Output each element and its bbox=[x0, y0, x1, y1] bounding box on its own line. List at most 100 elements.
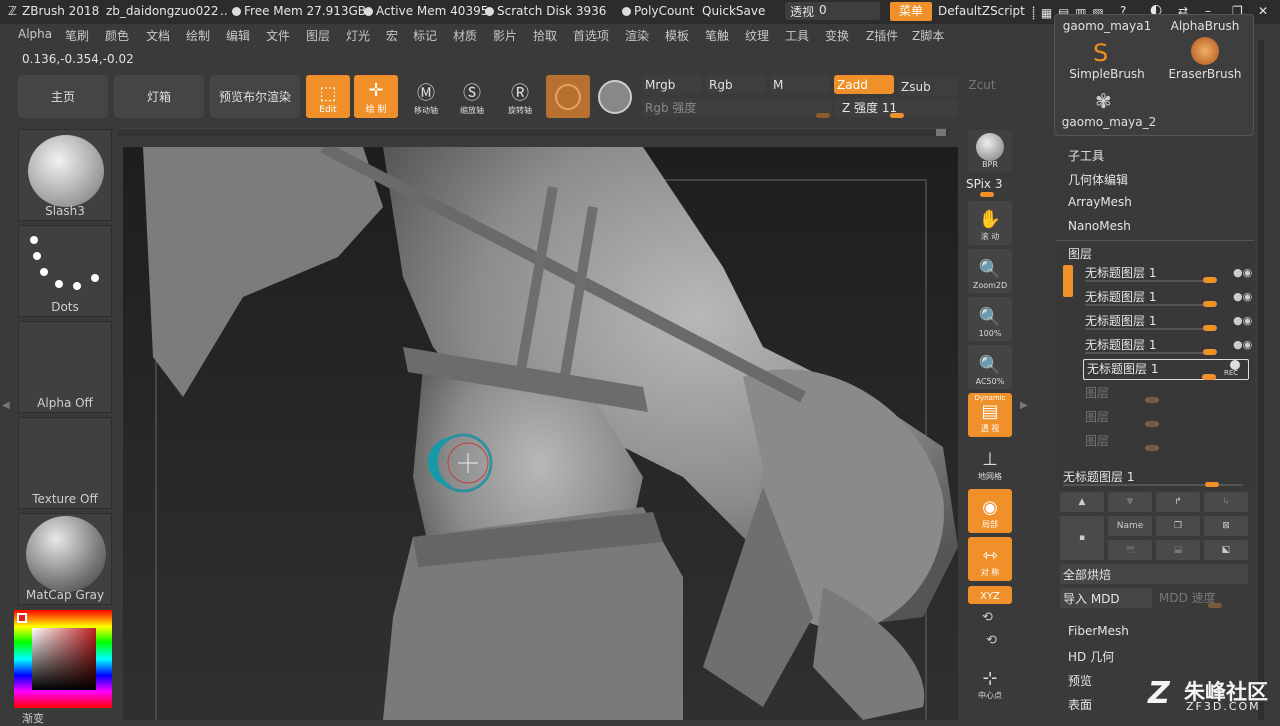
menu-item[interactable]: 材质 bbox=[453, 27, 477, 44]
menu-item[interactable]: 颜色 bbox=[105, 27, 129, 44]
move-layer-down-button[interactable]: ▼ bbox=[1108, 492, 1152, 512]
quicksave-button[interactable]: QuickSave bbox=[702, 4, 765, 18]
right-tray-arrow-icon[interactable]: ▶ bbox=[1020, 400, 1028, 411]
delete-layer-button[interactable]: ⊠ bbox=[1204, 516, 1248, 536]
z-intensity-slider[interactable]: Z 强度 11 bbox=[834, 98, 958, 118]
layer-strength-knob[interactable] bbox=[1203, 301, 1217, 307]
scale-button[interactable]: Ⓢ 缩放轴 bbox=[450, 75, 494, 119]
eye-icon[interactable]: ●◉ bbox=[1233, 290, 1252, 303]
perspective-button[interactable]: Dynamic ▤ 透 视 bbox=[968, 393, 1012, 437]
layer-row-active[interactable]: 无标题图层 1 REC bbox=[1083, 359, 1249, 380]
menu-item[interactable]: 工具 bbox=[785, 27, 809, 44]
preview-section[interactable]: 预览 bbox=[1068, 672, 1092, 689]
rotate-z-icon[interactable]: ⟲ bbox=[986, 633, 997, 648]
xyz-button[interactable]: XYZ bbox=[968, 586, 1012, 604]
layer-row[interactable]: 无标题图层 1 ●◉ bbox=[1085, 312, 1252, 332]
menu-item[interactable]: 文件 bbox=[266, 27, 290, 44]
symmetry-button[interactable]: ⇿ 对 称 bbox=[968, 537, 1012, 581]
menu-item[interactable]: 首选项 bbox=[573, 27, 609, 44]
brush-alphabrush[interactable]: AlphaBrush bbox=[1159, 19, 1251, 33]
menu-item[interactable]: 变换 bbox=[825, 27, 849, 44]
z-intensity-knob[interactable] bbox=[890, 113, 904, 118]
zadd-button[interactable]: Zadd bbox=[834, 75, 894, 94]
zoom2d-button[interactable]: 🔍 Zoom2D bbox=[968, 249, 1012, 293]
hd-geometry-section[interactable]: HD 几何 bbox=[1068, 648, 1114, 665]
layer-row[interactable]: 无标题图层 1 ●◉ bbox=[1085, 264, 1252, 284]
current-layer-slider[interactable]: 无标题图层 1 bbox=[1063, 468, 1248, 487]
color-square[interactable] bbox=[32, 628, 96, 690]
menu-item[interactable]: 渲染 bbox=[625, 27, 649, 44]
new-layer-button[interactable]: ▪ bbox=[1060, 516, 1104, 560]
empty-layer[interactable]: 图层 bbox=[1085, 384, 1245, 404]
merge-down-button[interactable]: ⬒ bbox=[1108, 540, 1152, 560]
menu-item[interactable]: 笔刷 bbox=[65, 27, 89, 44]
brush-simplebrush[interactable]: SimpleBrush bbox=[1061, 67, 1153, 81]
stroke-slot[interactable]: Dots bbox=[18, 225, 112, 317]
duplicate-layer-button[interactable]: ❐ bbox=[1156, 516, 1200, 536]
zscript-selector[interactable]: DefaultZScript bbox=[938, 4, 1025, 18]
menu-item[interactable]: 拾取 bbox=[533, 27, 557, 44]
move-layer-up-button[interactable]: ▲ bbox=[1060, 492, 1104, 512]
bpr-button[interactable]: BPR bbox=[968, 130, 1012, 172]
split-layer-button[interactable]: ↳ bbox=[1204, 492, 1248, 512]
color-picker[interactable] bbox=[14, 610, 112, 708]
menu-item[interactable]: Alpha bbox=[18, 27, 52, 41]
layer-strength-knob[interactable] bbox=[1203, 277, 1217, 283]
edit-button[interactable]: ⬚ Edit bbox=[306, 75, 350, 118]
menu-item[interactable]: Z脚本 bbox=[912, 27, 944, 44]
texture-slot[interactable]: Texture Off bbox=[18, 417, 112, 509]
mdd-speed-knob[interactable] bbox=[1208, 603, 1222, 608]
menu-item[interactable]: 模板 bbox=[665, 27, 689, 44]
ac50-button[interactable]: 🔍 AC50% bbox=[968, 345, 1012, 389]
right-scrollbar[interactable] bbox=[1258, 40, 1264, 720]
brush-gaomo-maya1[interactable]: gaomo_maya1 bbox=[1061, 19, 1153, 33]
horizontal-scrollbar[interactable] bbox=[118, 128, 948, 136]
actual-size-button[interactable]: 🔍 100% bbox=[968, 297, 1012, 341]
menu-item[interactable]: Z插件 bbox=[866, 27, 898, 44]
rotate-button[interactable]: Ⓡ 旋转轴 bbox=[498, 75, 542, 119]
draw-button[interactable]: ✛ 绘 制 bbox=[354, 75, 398, 118]
menu-item[interactable]: 宏 bbox=[386, 27, 398, 44]
gizmo-button[interactable] bbox=[546, 75, 590, 118]
arraymesh-section[interactable]: ArrayMesh bbox=[1068, 195, 1132, 209]
mdd-speed-slider[interactable]: MDD 速度 bbox=[1156, 588, 1248, 608]
layer-name-button[interactable]: Name bbox=[1108, 516, 1152, 536]
scrollbar-handle[interactable] bbox=[936, 129, 946, 136]
menu-item[interactable]: 绘制 bbox=[186, 27, 210, 44]
import-mdd-button[interactable]: 导入 MDD bbox=[1060, 588, 1152, 608]
m-button[interactable]: M bbox=[770, 75, 830, 94]
rotate-y-icon[interactable]: ⟲ bbox=[982, 610, 993, 625]
scroll-button[interactable]: ✋ 滚 动 bbox=[968, 201, 1012, 245]
empty-layer[interactable]: 图层 bbox=[1085, 432, 1245, 452]
left-tray-arrow-icon[interactable]: ◀ bbox=[2, 400, 10, 411]
bake-all-button[interactable]: 全部烘焙 bbox=[1060, 564, 1248, 584]
lightbox-button[interactable]: 灯箱 bbox=[114, 75, 204, 118]
layer-strength-knob[interactable] bbox=[1203, 325, 1217, 331]
bpr-preview-button[interactable]: 预览布尔渲染 bbox=[210, 75, 300, 118]
menu-item[interactable]: 影片 bbox=[493, 27, 517, 44]
move-button[interactable]: Ⓜ 移动轴 bbox=[404, 75, 448, 119]
zcut-button[interactable]: Zcut bbox=[962, 75, 1002, 94]
eye-icon[interactable]: ●◉ bbox=[1233, 338, 1252, 351]
rgb-intensity-knob[interactable] bbox=[816, 113, 830, 118]
close-icon[interactable]: ✕ bbox=[1258, 4, 1268, 18]
subtool-section[interactable]: 子工具 bbox=[1068, 147, 1104, 164]
spix-knob[interactable] bbox=[980, 192, 994, 197]
center-point-button[interactable]: ⊹ 中心点 bbox=[968, 660, 1012, 704]
menu-item[interactable]: 笔触 bbox=[705, 27, 729, 44]
material-slot[interactable]: MatCap Gray bbox=[18, 513, 112, 605]
layer-row[interactable]: 无标题图层 1 ●◉ bbox=[1085, 336, 1252, 356]
menu-button[interactable]: 菜单 bbox=[890, 2, 932, 21]
rgb-intensity-slider[interactable]: Rgb 强度 bbox=[642, 98, 832, 118]
layer-row[interactable]: 无标题图层 1 ●◉ bbox=[1085, 288, 1252, 308]
material-preview-icon[interactable] bbox=[598, 80, 632, 114]
menu-item[interactable]: 编辑 bbox=[226, 27, 250, 44]
redo-layer-button[interactable]: ↱ bbox=[1156, 492, 1200, 512]
surface-section[interactable]: 表面 bbox=[1068, 696, 1092, 713]
brush-gaomo-maya2[interactable]: gaomo_maya_2 bbox=[1059, 115, 1159, 129]
bake-layer-button[interactable]: ⬓ bbox=[1156, 540, 1200, 560]
rgb-button[interactable]: Rgb bbox=[706, 75, 766, 94]
menu-item[interactable]: 纹理 bbox=[745, 27, 769, 44]
home-button[interactable]: 主页 bbox=[18, 75, 108, 118]
main-color-swatch[interactable] bbox=[17, 613, 27, 623]
